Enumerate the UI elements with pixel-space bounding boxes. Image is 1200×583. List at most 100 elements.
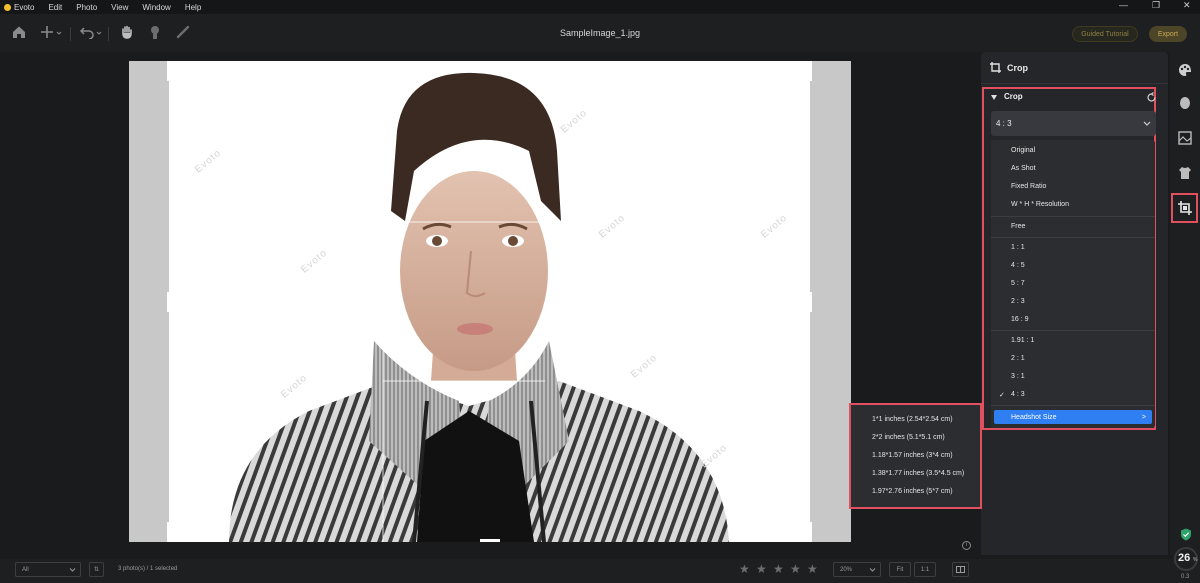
option-16-9[interactable]: 16 : 9 xyxy=(1011,316,1029,323)
usage-value: 26 xyxy=(1178,552,1191,564)
crop-icon[interactable] xyxy=(1177,200,1193,216)
check-icon: ✓ xyxy=(999,392,1005,399)
compare-button[interactable] xyxy=(952,562,969,577)
chevron-down-icon xyxy=(1143,121,1151,126)
usage-unit: % xyxy=(1193,557,1198,563)
menu-photo[interactable]: Photo xyxy=(76,3,97,12)
headshot-size-label: Headshot Size xyxy=(1011,413,1057,421)
option-as-shot[interactable]: As Shot xyxy=(1011,165,1036,172)
usage-sub-value: 0.3 xyxy=(1181,574,1190,580)
panel-header: Crop xyxy=(981,52,1168,84)
evoto-logo-icon xyxy=(4,3,11,11)
toolbar-divider xyxy=(108,27,109,41)
reset-icon[interactable] xyxy=(1146,92,1157,103)
fit-button[interactable]: Fit xyxy=(889,562,911,577)
divider xyxy=(991,237,1155,238)
option-fixed-ratio[interactable]: Fixed Ratio xyxy=(1011,183,1046,190)
filter-value: All xyxy=(22,566,29,573)
crop-handle-bottom[interactable] xyxy=(480,539,500,542)
fit-label: Fit xyxy=(896,566,904,573)
option-2-3[interactable]: 2 : 3 xyxy=(1011,298,1025,305)
guided-tutorial-button[interactable]: Guided Tutorial xyxy=(1072,26,1138,42)
headshot-option-1x1[interactable]: 1*1 inches (2.54*2.54 cm) xyxy=(872,416,953,423)
sort-button[interactable]: ⇅ xyxy=(89,562,104,577)
photo-count: 3 photo(s) / 1 selected xyxy=(118,566,178,572)
crop-handle-bottom-right[interactable] xyxy=(808,522,812,542)
toolbar: SampleImage_1.jpg Guided Tutorial Export xyxy=(0,14,1200,52)
headshot-option-3-5x4-5cm[interactable]: 1.38*1.77 inches (3.5*4.5 cm) xyxy=(872,470,964,477)
chevron-down-icon[interactable] xyxy=(56,30,62,36)
chevron-down-icon xyxy=(69,567,76,572)
photo-preview[interactable]: Evoto Evoto Evoto Evoto Evoto Evoto Evot… xyxy=(169,61,810,542)
crop-section-title[interactable]: Crop xyxy=(1004,92,1023,101)
menu-edit[interactable]: Edit xyxy=(48,3,62,12)
canvas-area[interactable]: Evoto Evoto Evoto Evoto Evoto Evoto Evot… xyxy=(0,52,978,555)
star-rating-5[interactable]: ★ xyxy=(807,562,818,576)
face-icon[interactable] xyxy=(1177,95,1193,111)
close-icon[interactable]: ✕ xyxy=(1183,0,1191,11)
one-to-one-button[interactable]: 1:1 xyxy=(914,562,936,577)
brush-icon[interactable] xyxy=(176,25,190,39)
menu-help[interactable]: Help xyxy=(185,3,201,12)
option-3-1[interactable]: 3 : 1 xyxy=(1011,373,1025,380)
sort-icon: ⇅ xyxy=(93,567,100,573)
aspect-ratio-dropdown: Original As Shot Fixed Ratio W * H * Res… xyxy=(991,140,1155,428)
menu-evoto[interactable]: Evoto xyxy=(14,3,34,12)
zoom-select[interactable]: 20% xyxy=(833,562,881,577)
star-rating-1[interactable]: ★ xyxy=(739,562,750,576)
portrait-image xyxy=(229,72,729,542)
option-original[interactable]: Original xyxy=(1011,147,1035,154)
palette-icon[interactable] xyxy=(1177,62,1193,78)
filter-select[interactable]: All xyxy=(15,562,81,577)
option-4-5[interactable]: 4 : 5 xyxy=(1011,262,1025,269)
option-2-1[interactable]: 2 : 1 xyxy=(1011,355,1025,362)
menu-window[interactable]: Window xyxy=(142,3,170,12)
add-icon[interactable] xyxy=(40,25,54,39)
divider xyxy=(991,216,1155,217)
crop-handle-top[interactable] xyxy=(480,61,500,64)
headshot-option-3x4cm[interactable]: 1.18*1.57 inches (3*4 cm) xyxy=(872,452,953,459)
headshot-size-submenu: 1*1 inches (2.54*2.54 cm) 2*2 inches (5.… xyxy=(849,403,982,509)
star-rating-4[interactable]: ★ xyxy=(790,562,801,576)
star-rating-3[interactable]: ★ xyxy=(773,562,784,576)
menu-view[interactable]: View xyxy=(111,3,128,12)
divider xyxy=(991,330,1155,331)
option-1-91-1[interactable]: 1.91 : 1 xyxy=(1011,337,1034,344)
performance-widget[interactable]: 26 % 0.3 xyxy=(1172,523,1200,583)
aspect-ratio-value: 4 : 3 xyxy=(996,119,1012,128)
option-5-7[interactable]: 5 : 7 xyxy=(1011,280,1025,287)
headshot-option-2x2[interactable]: 2*2 inches (5.1*5.1 cm) xyxy=(872,434,945,441)
crop-icon xyxy=(990,62,1001,73)
restore-icon[interactable]: ❐ xyxy=(1152,0,1160,11)
headshot-size-menu-item[interactable]: Headshot Size > xyxy=(994,410,1152,424)
collapse-arrow-icon[interactable] xyxy=(991,95,997,100)
crop-handle-right[interactable] xyxy=(809,292,812,312)
clothing-icon[interactable] xyxy=(1177,165,1193,181)
chevron-down-icon[interactable] xyxy=(96,30,102,36)
tool-sidebar xyxy=(1170,52,1200,555)
option-resolution[interactable]: W * H * Resolution xyxy=(1011,201,1069,208)
option-4-3[interactable]: 4 : 3 xyxy=(1011,391,1025,398)
headshot-option-5x7cm[interactable]: 1.97*2.76 inches (5*7 cm) xyxy=(872,488,953,495)
info-icon[interactable]: i xyxy=(962,541,971,550)
minimize-icon[interactable]: — xyxy=(1119,0,1128,10)
home-icon[interactable] xyxy=(12,25,26,39)
background-icon[interactable] xyxy=(1177,130,1193,146)
panel-title: Crop xyxy=(1007,62,1028,73)
portrait-icon[interactable] xyxy=(148,25,162,39)
menu-bar: Evoto Edit Photo View Window Help — ❐ ✕ xyxy=(0,0,1200,14)
chevron-down-icon xyxy=(869,567,876,572)
crop-handle-left[interactable] xyxy=(167,292,170,312)
status-bar: All ⇅ 3 photo(s) / 1 selected ★ ★ ★ ★ ★ … xyxy=(0,559,1200,583)
divider xyxy=(991,405,1155,406)
undo-icon[interactable] xyxy=(80,25,94,39)
option-1-1[interactable]: 1 : 1 xyxy=(1011,244,1025,251)
star-rating-2[interactable]: ★ xyxy=(756,562,767,576)
option-free[interactable]: Free xyxy=(1011,223,1025,230)
crop-handle-top-right[interactable] xyxy=(808,61,812,81)
crop-handle-top-left[interactable] xyxy=(167,61,171,81)
hand-icon[interactable] xyxy=(120,25,134,39)
export-button[interactable]: Export xyxy=(1149,26,1187,42)
aspect-ratio-select[interactable]: 4 : 3 xyxy=(991,111,1156,136)
crop-handle-bottom-left[interactable] xyxy=(167,522,171,542)
